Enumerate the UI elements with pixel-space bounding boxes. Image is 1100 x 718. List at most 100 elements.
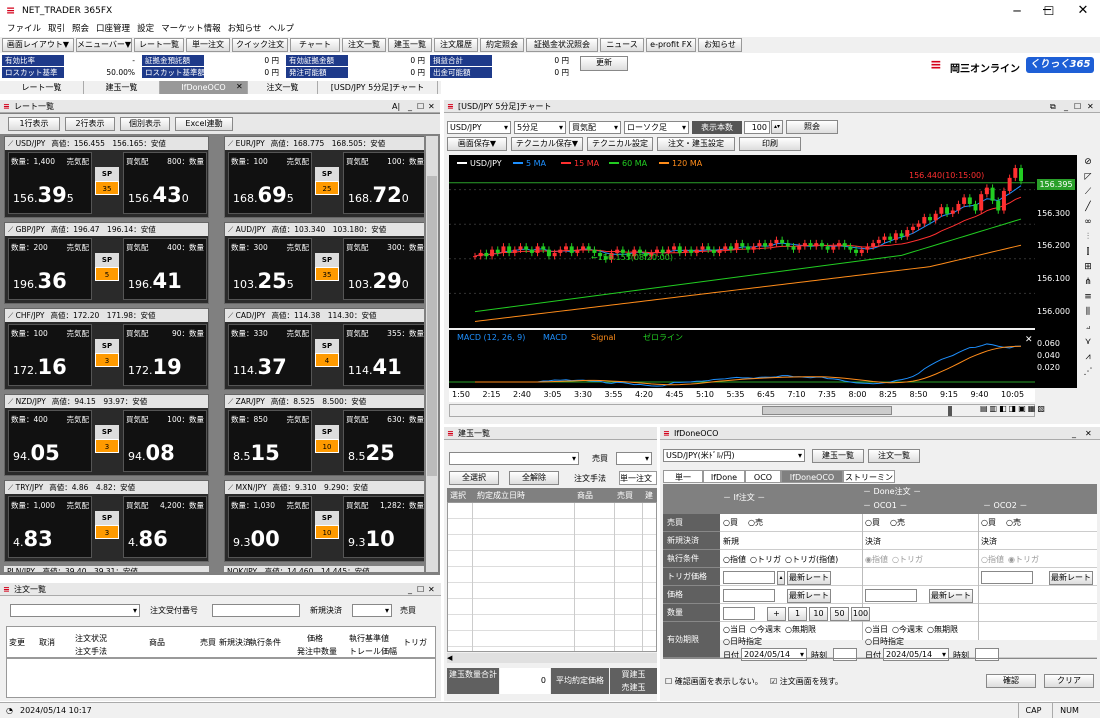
quantity-input[interactable] — [723, 607, 755, 620]
drawing-tool-4-icon[interactable]: ∞ — [1079, 215, 1097, 230]
latest-rate-button-price-if[interactable]: 最新レート — [787, 589, 831, 603]
toolbar-button-12[interactable]: e-profit FX — [646, 38, 696, 52]
buy-quote[interactable]: 買気配 355：数量 114.41 — [343, 324, 424, 386]
pair-name[interactable]: USD/JPY — [16, 139, 46, 148]
keep-screen-checkbox[interactable]: ☑ 注文画面を残す。 — [770, 676, 843, 687]
pair-name[interactable]: CHF/JPY — [16, 311, 45, 320]
window-tab-3[interactable]: 注文一覧 — [248, 81, 318, 94]
drawing-tool-13-icon[interactable]: ⩘ — [1079, 350, 1097, 365]
toolbar-button-10[interactable]: 証拠金状況照会 — [526, 38, 598, 52]
window-tab-4[interactable]: [USD/JPY 5分足]チャート — [318, 81, 438, 94]
condition-radios-oco2[interactable]: ○指値 ◉トリガ — [981, 554, 1039, 565]
chart-mini-icon[interactable]: ⟋ — [8, 397, 16, 406]
toolbar-button-6[interactable]: 注文一覧 — [342, 38, 386, 52]
cond-radio[interactable]: ○ — [785, 555, 792, 564]
drawing-tool-6-icon[interactable]: ⫿ — [1079, 245, 1097, 260]
buy-quote[interactable]: 買気配 100：数量 168.720 — [343, 152, 424, 214]
drawing-tool-3-icon[interactable]: ╱ — [1079, 200, 1097, 215]
order-type-tab-4[interactable]: ストリーミング — [843, 470, 895, 495]
pair-name[interactable]: CAD/JPY — [236, 311, 266, 320]
price-input-oco1[interactable] — [865, 589, 917, 602]
order-type-tab-1[interactable]: IfDone — [703, 470, 745, 483]
pair-name[interactable]: AUD/JPY — [236, 225, 266, 234]
toolbar-button-1[interactable]: メニューバー▼ — [76, 38, 132, 52]
chart-mini-icon[interactable]: ⟋ — [8, 311, 16, 320]
drawing-tool-11-icon[interactable]: ⟓ — [1079, 320, 1097, 335]
buy-radio[interactable]: ○ — [723, 518, 730, 527]
cond-radio[interactable]: ○ — [750, 555, 757, 564]
cond-radio[interactable]: ○ — [723, 555, 730, 564]
sell-quote[interactable]: 数量：1,400 売気配 156.395 — [8, 152, 92, 214]
toolbar-button-7[interactable]: 建玉一覧 — [388, 38, 432, 52]
chart-pair-select[interactable]: USD/JPY — [447, 121, 511, 134]
maximize-panel-icon[interactable]: ☐ — [1074, 100, 1081, 113]
latest-rate-button-trigger-oco2[interactable]: 最新レート — [1049, 571, 1093, 585]
qty-button-0[interactable]: + — [767, 607, 786, 621]
chart-button-2[interactable]: テクニカル設定 — [587, 137, 653, 151]
confirm-button[interactable]: 確認 — [986, 674, 1036, 688]
buy-quote[interactable]: 買気配 4,200：数量 4.86 — [123, 496, 207, 558]
chart-mini-icon[interactable]: ⟋ — [8, 225, 16, 234]
rate-view-button-3[interactable]: Excel連動 — [175, 117, 233, 131]
menu-5[interactable]: マーケット情報 — [161, 24, 221, 34]
sell-quote[interactable]: 数量：200 売気配 196.36 — [8, 238, 92, 300]
order-product-select[interactable] — [10, 604, 140, 617]
rate-view-button-2[interactable]: 個別表示 — [120, 117, 170, 131]
date-select-if[interactable]: 2024/05/14 — [741, 648, 807, 661]
toolbar-button-11[interactable]: ニュース — [600, 38, 644, 52]
sell-quote[interactable]: 数量：100 売気配 168.695 — [228, 152, 312, 214]
no-confirm-checkbox[interactable]: ☐ 確認画面を表示しない。 — [665, 676, 763, 687]
detach-icon[interactable]: ⧉ — [1050, 100, 1056, 113]
trigger-spinner[interactable]: ▴ — [777, 571, 785, 585]
new-settle-select[interactable] — [352, 604, 392, 617]
display-count-spinner[interactable]: ▴▾ — [771, 120, 783, 134]
expiry-radio[interactable]: ○ — [723, 625, 730, 634]
tab-close-icon[interactable]: ✕ — [236, 82, 243, 91]
buy-quote[interactable]: 買気配 400：数量 196.41 — [123, 238, 207, 300]
trigger-price-input-if[interactable] — [723, 571, 775, 584]
chart-mini-icon[interactable]: ⟋ — [228, 311, 236, 320]
drawing-tool-2-icon[interactable]: ⟋ — [1079, 185, 1097, 200]
position-product-select[interactable] — [449, 452, 579, 465]
position-side-select[interactable] — [616, 452, 652, 465]
expiry-radio[interactable]: ○ — [785, 625, 792, 634]
menu-1[interactable]: 取引 — [48, 24, 65, 34]
menu-2[interactable]: 照会 — [72, 24, 89, 34]
date-select-oco1[interactable]: 2024/05/14 — [883, 648, 949, 661]
chart-mini-icon[interactable]: ⟋ — [228, 483, 236, 492]
close-panel-icon[interactable]: ✕ — [428, 583, 435, 596]
menu-7[interactable]: ヘルプ — [268, 24, 294, 34]
chart-query-button[interactable]: 照会 — [786, 120, 838, 134]
sell-quote[interactable]: 数量：1,030 売気配 9.300 — [228, 496, 312, 558]
sell-quote[interactable]: 数量：1,000 売気配 4.83 — [8, 496, 92, 558]
sell-quote[interactable]: 数量：850 売気配 8.515 — [228, 410, 312, 472]
sell-radio[interactable]: ○ — [890, 518, 897, 527]
buy-radio[interactable]: ○ — [865, 518, 872, 527]
toolbar-button-2[interactable]: レート一覧 — [134, 38, 184, 52]
chart-zoom-handle[interactable] — [948, 406, 952, 416]
sell-radio[interactable]: ○ — [748, 518, 755, 527]
pair-name[interactable]: TRY/JPY — [16, 483, 44, 492]
buy-quote[interactable]: 買気配 630：数量 8.525 — [343, 410, 424, 472]
close-icon[interactable]: ✕ — [1066, 2, 1100, 20]
chart-mini-icon[interactable]: ⟋ — [228, 139, 236, 148]
side-radio-1[interactable]: ○買 ○売 — [865, 517, 905, 528]
latest-rate-button-price-oco1[interactable]: 最新レート — [929, 589, 973, 603]
rate-list-scrollbar[interactable] — [426, 136, 438, 572]
deselect-all-button[interactable]: 全解除 — [509, 471, 559, 485]
side-radio-2[interactable]: ○買 ○売 — [981, 517, 1021, 528]
chart-button-0[interactable]: 画面保存▼ — [447, 137, 507, 151]
chart-button-4[interactable]: 印刷 — [739, 137, 801, 151]
buy-radio[interactable]: ○ — [981, 518, 988, 527]
sell-quote[interactable]: 数量：100 売気配 172.16 — [8, 324, 92, 386]
buy-quote[interactable]: 買気配 300：数量 103.290 — [343, 238, 424, 300]
ifdone-positions-button[interactable]: 建玉一覧 — [812, 449, 864, 463]
sell-radio[interactable]: ○ — [1006, 518, 1013, 527]
order-type-tab-3[interactable]: IfDoneOCO — [781, 470, 843, 483]
clear-button[interactable]: クリア — [1044, 674, 1094, 688]
expiry-radio[interactable]: ○ — [892, 625, 899, 634]
window-tab-2[interactable]: IfDoneOCO — [160, 81, 248, 94]
qty-button-3[interactable]: 50 — [830, 607, 849, 621]
toolbar-button-13[interactable]: お知らせ — [698, 38, 742, 52]
sell-quote[interactable]: 数量：300 売気配 103.255 — [228, 238, 312, 300]
